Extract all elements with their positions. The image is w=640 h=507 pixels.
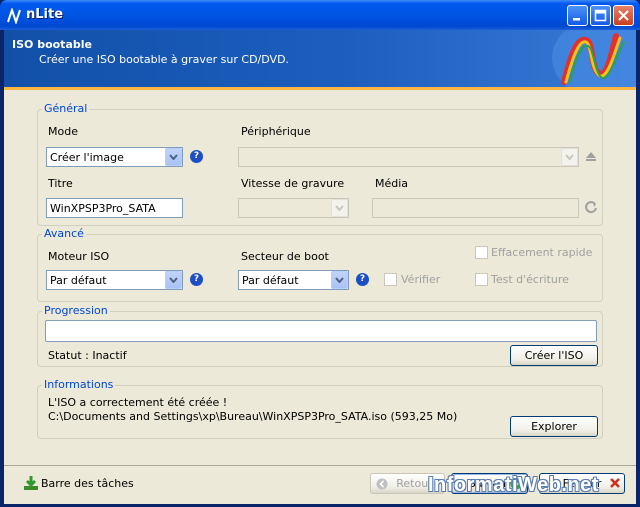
page-subtitle: Créer une ISO bootable à graver sur CD/D… [39, 53, 290, 66]
engine-help-icon[interactable]: ? [190, 273, 203, 286]
maximize-button[interactable] [590, 5, 611, 26]
window-title: nLite [26, 7, 64, 22]
page-title: ISO bootable [12, 38, 92, 51]
boot-sector-select-value: Par défaut [242, 274, 299, 287]
general-legend: Général [42, 102, 90, 115]
advanced-group: Avancé Moteur ISO Par défaut ? Secteur d… [37, 227, 603, 302]
close-icon [618, 10, 629, 21]
application-window: nLite ISO bootable Créer une ISO bootabl… [0, 0, 640, 507]
general-group: Général Mode Créer l'image ? Périphériqu… [37, 102, 603, 226]
write-test-checkbox[interactable] [475, 273, 488, 286]
advanced-legend: Avancé [42, 227, 86, 240]
mode-dropdown-arrow[interactable] [165, 148, 182, 166]
engine-dropdown-arrow[interactable] [165, 271, 182, 289]
progress-group: Progression Statut : Inactif Créer l'ISO [37, 304, 603, 367]
verify-label: Vérifier [401, 273, 441, 286]
header-divider [4, 87, 636, 90]
burn-speed-select[interactable] [238, 198, 349, 218]
quick-erase-label: Effacement rapide [491, 246, 593, 259]
media-field [372, 198, 579, 218]
media-label: Média [375, 177, 409, 190]
page-header: ISO bootable Créer une ISO bootable à gr… [4, 30, 636, 87]
boot-sector-select[interactable]: Par défaut [238, 270, 349, 290]
progress-bar [45, 320, 597, 342]
verify-checkbox[interactable] [384, 273, 397, 286]
speed-dropdown-arrow[interactable] [331, 199, 348, 217]
eject-drive-icon[interactable] [584, 149, 598, 163]
minimize-icon [573, 18, 580, 21]
quick-erase-checkbox[interactable] [475, 246, 488, 259]
chevron-down-icon [169, 277, 178, 283]
info-message: L'ISO a correctement été créée ! [48, 396, 228, 409]
burn-speed-label: Vitesse de gravure [241, 177, 345, 190]
title-label: Titre [48, 177, 73, 190]
nlite-app-icon [7, 8, 21, 24]
taskbar-label[interactable]: Barre des tâches [41, 477, 134, 490]
write-test-label: Test d'écriture [491, 273, 569, 286]
chevron-down-icon [335, 205, 344, 211]
device-dropdown-arrow[interactable] [561, 148, 578, 166]
watermark: InformatiWeb.net [428, 474, 599, 496]
boot-sector-label: Secteur de boot [241, 250, 329, 263]
mode-select-value: Créer l'image [50, 151, 124, 164]
chevron-down-icon [169, 154, 178, 160]
boot-dropdown-arrow[interactable] [331, 271, 348, 289]
title-bar[interactable]: nLite [0, 0, 640, 30]
chevron-down-icon [565, 154, 574, 160]
progress-legend: Progression [42, 304, 110, 317]
close-window-button[interactable] [613, 5, 634, 26]
mode-select[interactable]: Créer l'image [46, 147, 183, 167]
mode-help-icon[interactable]: ? [190, 150, 203, 163]
iso-engine-select-value: Par défaut [50, 274, 107, 287]
close-x-icon [610, 478, 620, 488]
info-legend: Informations [42, 378, 116, 391]
iso-engine-select[interactable]: Par défaut [46, 270, 183, 290]
chevron-down-icon [335, 277, 344, 283]
device-select[interactable] [238, 147, 579, 167]
mode-label: Mode [48, 125, 78, 138]
window-frame: ISO bootable Créer une ISO bootable à gr… [4, 30, 636, 504]
info-group: Informations L'ISO a correctement été cr… [37, 378, 603, 439]
iso-title-input[interactable]: WinXPSP3Pro_SATA [46, 198, 183, 218]
taskbar-download-icon[interactable] [23, 475, 39, 491]
minimize-button[interactable] [567, 5, 588, 26]
iso-engine-label: Moteur ISO [48, 250, 110, 263]
create-iso-button[interactable]: Créer l'ISO [510, 345, 598, 366]
explore-button[interactable]: Explorer [510, 416, 598, 437]
device-label: Périphérique [241, 125, 311, 138]
boot-help-icon[interactable]: ? [356, 273, 369, 286]
info-iso-path: C:\Documents and Settings\xp\Bureau\WinX… [48, 410, 458, 423]
back-arrow-icon [376, 478, 388, 490]
nlite-logo-icon [552, 30, 636, 87]
status-text: Statut : Inactif [48, 349, 127, 362]
refresh-icon[interactable] [584, 200, 598, 214]
maximize-icon [594, 9, 607, 22]
